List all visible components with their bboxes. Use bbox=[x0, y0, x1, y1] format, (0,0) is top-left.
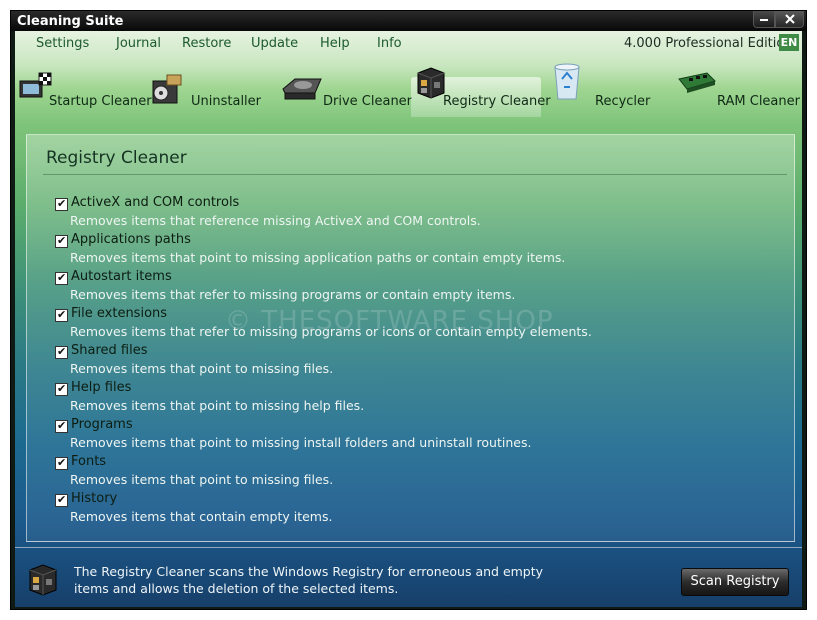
option-description: Removes items that point to missing help… bbox=[70, 398, 365, 413]
panel-divider bbox=[43, 174, 787, 175]
tab-label: Registry Cleaner bbox=[443, 94, 551, 109]
ram-icon bbox=[678, 72, 716, 93]
menu-settings[interactable]: Settings bbox=[36, 36, 89, 51]
history-checkbox[interactable]: ✔ bbox=[55, 493, 68, 507]
minimize-icon bbox=[760, 19, 768, 21]
checkmark-icon: ✔ bbox=[57, 234, 67, 247]
window-title: Cleaning Suite bbox=[17, 14, 124, 29]
tab-recycler[interactable]: Recycler bbox=[541, 63, 669, 117]
drive-icon bbox=[282, 78, 322, 100]
option-description: Removes items that point to missing file… bbox=[70, 472, 334, 487]
autostart-checkbox[interactable]: ✔ bbox=[55, 271, 68, 285]
language-badge[interactable]: EN bbox=[779, 34, 799, 51]
tab-label: Recycler bbox=[595, 94, 651, 109]
option-label[interactable]: ActiveX and COM controls bbox=[71, 195, 239, 210]
panel-title: Registry Cleaner bbox=[46, 148, 187, 168]
title-bar[interactable]: Cleaning Suite bbox=[11, 11, 806, 31]
watermark: © THESOFTWARE SHOP bbox=[225, 306, 554, 336]
startup-icon bbox=[19, 72, 52, 98]
option-description: Removes items that point to missing appl… bbox=[70, 250, 566, 265]
tab-uninstaller[interactable]: Uninstaller bbox=[151, 74, 263, 117]
checkmark-icon: ✔ bbox=[57, 345, 67, 358]
activex-checkbox[interactable]: ✔ bbox=[55, 197, 68, 211]
tab-label: Uninstaller bbox=[191, 94, 262, 109]
application-paths-checkbox[interactable]: ✔ bbox=[55, 234, 68, 248]
menu-update[interactable]: Update bbox=[251, 36, 298, 51]
option-label[interactable]: Shared files bbox=[71, 343, 147, 358]
minimize-button[interactable] bbox=[753, 11, 775, 28]
menu-restore[interactable]: Restore bbox=[182, 36, 231, 51]
file-extensions-checkbox[interactable]: ✔ bbox=[55, 308, 68, 322]
shared-files-checkbox[interactable]: ✔ bbox=[55, 345, 68, 359]
option-label[interactable]: Programs bbox=[71, 417, 133, 432]
option-description: Removes items that reference missing Act… bbox=[70, 213, 481, 228]
menu-info[interactable]: Info bbox=[377, 36, 402, 51]
tab-label: Startup Cleaner bbox=[49, 94, 152, 109]
menu-help[interactable]: Help bbox=[320, 36, 350, 51]
client-area: Settings Journal Restore Update Help Inf… bbox=[15, 31, 802, 607]
option-label[interactable]: Applications paths bbox=[71, 232, 191, 247]
programs-checkbox[interactable]: ✔ bbox=[55, 419, 68, 433]
checkmark-icon: ✔ bbox=[57, 271, 67, 284]
checkmark-icon: ✔ bbox=[57, 456, 67, 469]
option-label[interactable]: File extensions bbox=[71, 306, 167, 321]
help-files-checkbox[interactable]: ✔ bbox=[55, 382, 68, 396]
checkmark-icon: ✔ bbox=[57, 382, 67, 395]
menu-bar: Settings Journal Restore Update Help Inf… bbox=[15, 31, 802, 53]
menu-journal[interactable]: Journal bbox=[116, 36, 161, 51]
checkmark-icon: ✔ bbox=[57, 419, 67, 432]
checkmark-icon: ✔ bbox=[57, 493, 67, 506]
checkmark-icon: ✔ bbox=[57, 197, 67, 210]
tab-registry-cleaner[interactable]: Registry Cleaner bbox=[411, 67, 551, 117]
checkmark-icon: ✔ bbox=[57, 308, 67, 321]
registry-cleaner-panel: Registry Cleaner ✔ ActiveX and COM contr… bbox=[26, 134, 795, 542]
registry-icon bbox=[29, 564, 57, 596]
option-label[interactable]: History bbox=[71, 491, 117, 506]
edition-label: 4.000 Professional Edition bbox=[624, 36, 793, 51]
option-description: Removes items that refer to missing prog… bbox=[70, 287, 516, 302]
tab-drive-cleaner[interactable]: Drive Cleaner bbox=[281, 77, 413, 117]
footer-divider bbox=[15, 547, 802, 548]
tab-bar: Startup Cleaner Uninstaller Drive Cleane… bbox=[15, 63, 802, 117]
option-label[interactable]: Autostart items bbox=[71, 269, 172, 284]
option-description: Removes items that contain empty items. bbox=[70, 509, 333, 524]
tab-label: Drive Cleaner bbox=[323, 94, 413, 109]
footer-description: The Registry Cleaner scans the Windows R… bbox=[74, 564, 544, 596]
tab-label: RAM Cleaner bbox=[717, 94, 800, 109]
close-button[interactable] bbox=[775, 11, 804, 28]
tab-ram-cleaner[interactable]: RAM Cleaner bbox=[675, 72, 802, 117]
option-description: Removes items that point to missing file… bbox=[70, 361, 334, 376]
fonts-checkbox[interactable]: ✔ bbox=[55, 456, 68, 470]
close-icon bbox=[784, 14, 795, 24]
option-description: Removes items that point to missing inst… bbox=[70, 435, 532, 450]
option-label[interactable]: Fonts bbox=[71, 454, 106, 469]
app-window: Cleaning Suite Settings Journal Restore … bbox=[10, 10, 807, 610]
tab-startup-cleaner[interactable]: Startup Cleaner bbox=[15, 72, 152, 117]
option-label[interactable]: Help files bbox=[71, 380, 131, 395]
uninstaller-icon bbox=[152, 74, 182, 104]
scan-registry-button[interactable]: Scan Registry bbox=[681, 568, 789, 596]
recycle-bin-icon bbox=[554, 63, 580, 100]
